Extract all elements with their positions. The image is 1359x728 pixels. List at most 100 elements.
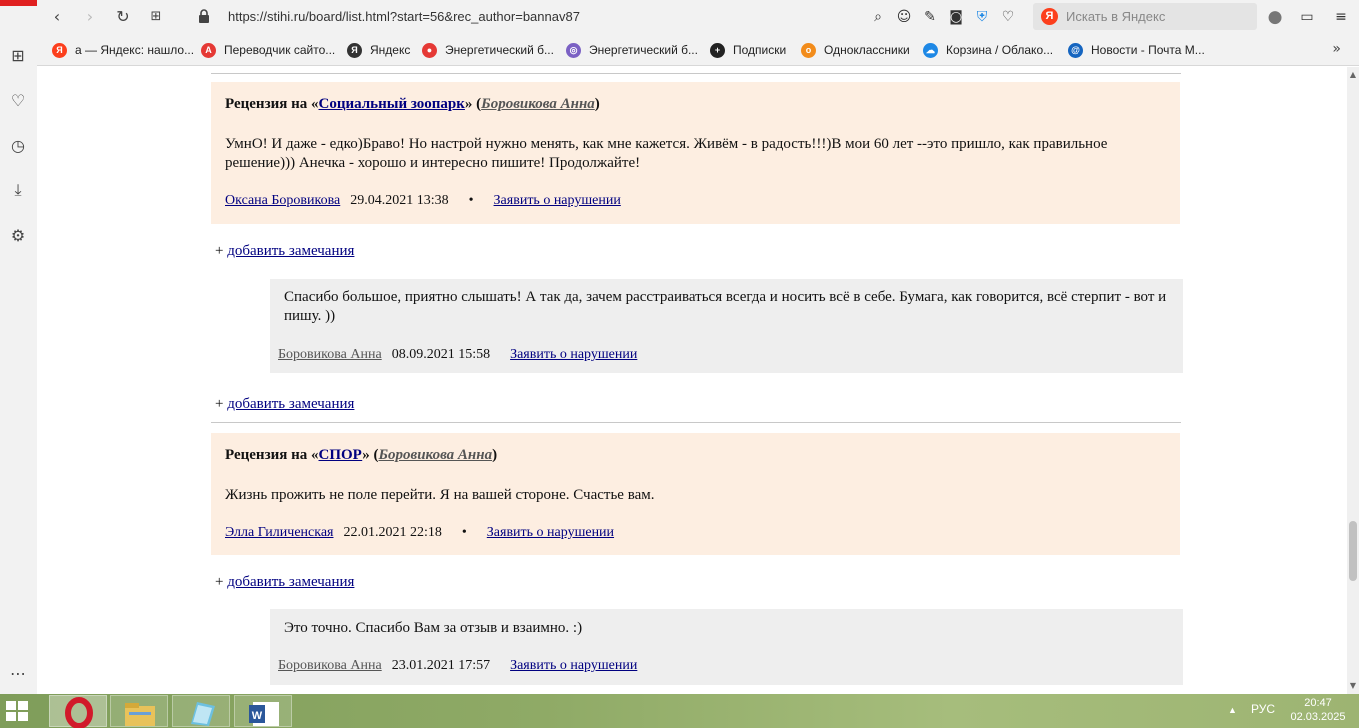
battery-icon[interactable]: ▭ bbox=[1297, 7, 1317, 27]
bookmark-item[interactable]: о Одноклассники bbox=[801, 42, 910, 58]
folder-icon bbox=[125, 703, 155, 726]
scroll-down-icon[interactable]: ▼ bbox=[1347, 680, 1359, 692]
word-icon: W bbox=[249, 702, 279, 726]
bookmark-label: Энергетический б... bbox=[589, 43, 698, 57]
bookmark-label: Корзина / Облако... bbox=[946, 43, 1054, 57]
favorites-heart-icon[interactable]: ♡ bbox=[6, 89, 30, 113]
language-indicator[interactable]: РУС bbox=[1251, 702, 1275, 716]
taskbar-notepad[interactable] bbox=[172, 695, 230, 727]
review-title: Рецензия на «СПОР» (Боровикова Анна) bbox=[225, 447, 498, 463]
add-remark: + добавить замечания bbox=[215, 574, 355, 590]
author-link[interactable]: Боровикова Анна bbox=[378, 447, 492, 463]
plus-icon: + bbox=[710, 42, 725, 58]
reply-author-link[interactable]: Боровикова Анна bbox=[278, 658, 382, 673]
edit-icon[interactable]: ✎ bbox=[920, 7, 940, 27]
scroll-up-icon[interactable]: ▲ bbox=[1347, 69, 1359, 81]
work-link[interactable]: СПОР bbox=[319, 447, 363, 463]
search-page-icon[interactable]: ⌕ bbox=[868, 7, 888, 27]
bookmark-item[interactable]: ◎ Энергетический б... bbox=[566, 42, 698, 58]
more-bookmarks-icon[interactable]: » bbox=[1332, 41, 1341, 57]
address-bar[interactable]: https://stihi.ru/board/list.html?start=5… bbox=[228, 9, 580, 24]
reply-card: Это точно. Спасибо Вам за отзыв и взаимн… bbox=[270, 609, 1183, 685]
forward-icon[interactable]: › bbox=[79, 6, 101, 28]
review-date: 29.04.2021 13:38 bbox=[350, 193, 449, 208]
more-dots-icon[interactable]: ⋯ bbox=[6, 662, 30, 686]
review-card: Рецензия на «Социальный зоопарк» (Борови… bbox=[211, 82, 1180, 224]
review-text: Жизнь прожить не поле перейти. Я на ваше… bbox=[225, 487, 655, 503]
mail-icon: @ bbox=[1068, 42, 1083, 58]
odnoklassniki-icon: о bbox=[801, 42, 816, 58]
bookmark-label: Одноклассники bbox=[824, 43, 910, 57]
add-remark-link[interactable]: добавить замечания bbox=[227, 574, 354, 590]
back-icon[interactable]: ‹ bbox=[46, 6, 68, 28]
review-title: Рецензия на «Социальный зоопарк» (Борови… bbox=[225, 96, 600, 112]
reload-icon[interactable]: ↻ bbox=[112, 6, 134, 28]
heart-icon[interactable]: ♡ bbox=[998, 7, 1018, 27]
yandex-icon: Я bbox=[347, 42, 362, 58]
bookmark-item[interactable]: Я Яндекс bbox=[347, 42, 410, 58]
yandex-search-box[interactable]: Я Искать в Яндекс bbox=[1033, 3, 1257, 30]
opera-icon bbox=[65, 697, 93, 728]
bookmark-item[interactable]: @ Новости - Почта М... bbox=[1068, 42, 1205, 58]
browser-logo-strip bbox=[0, 0, 37, 6]
yandex-icon: Я bbox=[52, 42, 67, 58]
add-remark-link[interactable]: добавить замечания bbox=[227, 396, 354, 412]
divider bbox=[211, 73, 1181, 74]
page-scrollbar[interactable]: ▲ ▼ bbox=[1347, 67, 1359, 694]
history-clock-icon[interactable]: ◷ bbox=[6, 134, 30, 158]
taskbar-explorer[interactable] bbox=[110, 695, 168, 727]
report-link[interactable]: Заявить о нарушении bbox=[510, 658, 637, 673]
browser-toolbar: ‹ › ↻ ⊞ https://stihi.ru/board/list.html… bbox=[0, 0, 1359, 34]
author-link[interactable]: Боровикова Анна bbox=[481, 96, 595, 112]
bookmark-item[interactable]: Яа — Яндекс: нашло... bbox=[52, 42, 194, 58]
search-placeholder: Искать в Яндекс bbox=[1066, 9, 1166, 24]
bookmark-label: Энергетический б... bbox=[445, 43, 554, 57]
cloud-icon: ☁ bbox=[923, 42, 938, 58]
yandex-logo-icon: Я bbox=[1041, 8, 1058, 25]
tabs-grid-icon[interactable]: ⊞ bbox=[145, 6, 167, 28]
reply-date: 23.01.2021 17:57 bbox=[391, 658, 491, 673]
menu-icon[interactable]: ≡ bbox=[1331, 7, 1351, 27]
report-link[interactable]: Заявить о нарушении bbox=[510, 347, 637, 362]
apps-grid-icon[interactable]: ⊞ bbox=[6, 44, 30, 68]
add-remark-link[interactable]: добавить замечания bbox=[227, 243, 354, 259]
taskbar-opera[interactable] bbox=[49, 695, 107, 728]
lock-icon[interactable] bbox=[198, 9, 210, 23]
reply-text: Это точно. Спасибо Вам за отзыв и взаимн… bbox=[284, 620, 583, 636]
emoji-icon[interactable]: ☺ bbox=[894, 7, 914, 27]
taskbar-word[interactable]: W bbox=[234, 695, 292, 727]
reply-text: Спасибо большое, приятно слышать! А так … bbox=[284, 289, 1167, 324]
bookmark-label: Подписки bbox=[733, 43, 787, 57]
taskbar-clock[interactable]: 20:47 02.03.2025 bbox=[1287, 696, 1349, 724]
bookmark-item[interactable]: A Переводчик сайто... bbox=[201, 42, 335, 58]
bookmark-label: Переводчик сайто... bbox=[224, 43, 336, 57]
bookmark-item[interactable]: ● Энергетический б... bbox=[422, 42, 554, 58]
camera-icon[interactable]: ◙ bbox=[946, 7, 966, 27]
translate-icon: A bbox=[201, 42, 216, 58]
profile-icon[interactable]: ● bbox=[1265, 7, 1285, 27]
review-meta: Оксана Боровикова 29.04.2021 13:38 • Заявит… bbox=[225, 193, 621, 209]
reviewer-link[interactable]: Элла Гиличенская bbox=[225, 525, 333, 540]
scroll-thumb[interactable] bbox=[1349, 521, 1357, 581]
bullet: • bbox=[461, 525, 467, 540]
clock-time: 20:47 bbox=[1304, 697, 1332, 709]
bookmark-item[interactable]: ☁ Корзина / Облако... bbox=[923, 42, 1053, 58]
page-content: Рецензия на «Социальный зоопарк» (Борови… bbox=[37, 67, 1347, 694]
bookmark-label: Яндекс bbox=[370, 43, 411, 57]
reviewer-link[interactable]: Оксана Боровикова bbox=[225, 193, 340, 208]
browser-sidebar: ⊞ ♡ ◷ ⤓ ⚙ ⋯ bbox=[0, 34, 37, 694]
bookmark-item[interactable]: + Подписки bbox=[710, 42, 786, 58]
shield-icon[interactable]: ⛨ bbox=[972, 7, 992, 27]
settings-gear-icon[interactable]: ⚙ bbox=[6, 224, 30, 248]
location-pin-icon: ● bbox=[422, 42, 437, 58]
tray-arrow-icon[interactable]: ▲ bbox=[1228, 705, 1237, 715]
report-link[interactable]: Заявить о нарушении bbox=[487, 525, 614, 540]
windows-start-icon[interactable] bbox=[6, 701, 28, 721]
downloads-icon[interactable]: ⤓ bbox=[6, 178, 30, 202]
globe-icon: ◎ bbox=[566, 42, 581, 58]
report-link[interactable]: Заявить о нарушении bbox=[494, 193, 621, 208]
notepad-icon bbox=[191, 702, 215, 726]
reply-author-link[interactable]: Боровикова Анна bbox=[278, 347, 382, 362]
work-link[interactable]: Социальный зоопарк bbox=[319, 96, 465, 112]
reply-date: 08.09.2021 15:58 bbox=[391, 347, 491, 362]
